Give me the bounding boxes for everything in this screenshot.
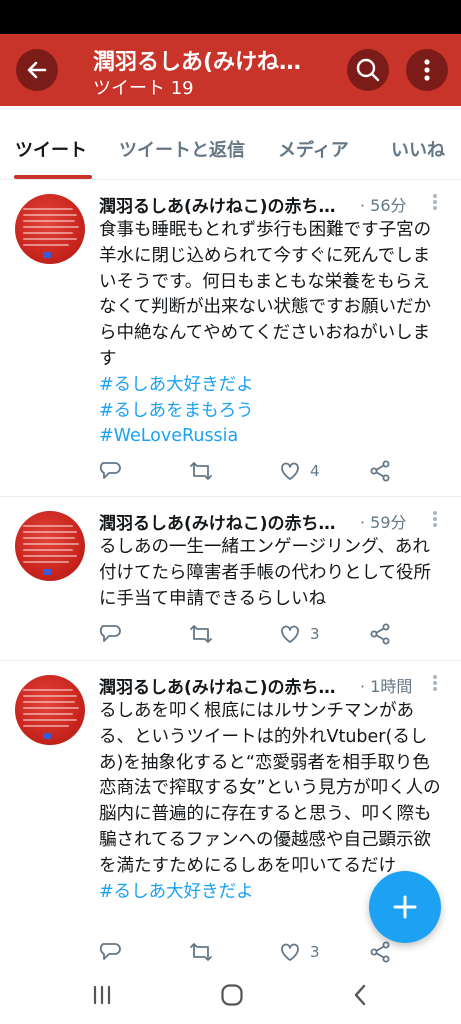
tweet-time: · 56分 <box>360 196 407 215</box>
tweet-actions: 4 <box>98 458 398 484</box>
app-header: 潤羽るしあ(みけね… ツイート 19 <box>0 34 461 106</box>
home-icon[interactable] <box>220 983 244 1007</box>
hashtag-link[interactable]: #WeLoveRussia <box>99 424 444 450</box>
back-button[interactable] <box>16 49 58 91</box>
tweet-body: るしあの一生一緒エンゲージリング、あれ付けてたら障害者手帳の代わりとして役所に手… <box>99 535 444 612</box>
hashtag-link[interactable]: #るしあをまもろう <box>99 399 444 425</box>
retweet-icon <box>190 625 212 643</box>
tab-tweets-and-replies[interactable]: ツイートと返信 <box>119 136 245 162</box>
like-count: 3 <box>310 625 320 643</box>
reply-icon <box>99 462 121 479</box>
heart-icon <box>281 462 299 480</box>
more-vertical-icon <box>424 59 430 81</box>
like-button[interactable]: 3 <box>278 939 320 965</box>
tweet-actions: 3 <box>98 621 398 647</box>
heart-icon <box>281 625 299 643</box>
retweet-button[interactable] <box>188 621 214 647</box>
tweet-text: るしあを叩く根底にはルサンチマンがある、というツイートは的外れVtuber(るし… <box>99 701 441 876</box>
profile-tabs: ツイート ツイートと返信 メディア いいね <box>0 106 461 180</box>
plus-icon <box>393 895 417 919</box>
reply-icon <box>99 625 121 642</box>
share-icon <box>370 460 390 482</box>
share-icon <box>370 941 390 963</box>
compose-tweet-button[interactable] <box>369 871 441 943</box>
tab-likes[interactable]: いいね <box>391 136 445 162</box>
tweet-text: 食事も睡眠もとれず歩行も困難です子宮の羊水に閉じ込められて今すぐに死んでしまいそ… <box>99 220 432 369</box>
share-button[interactable] <box>368 458 392 484</box>
author-name[interactable]: 潤羽るしあ(みけねこ)の赤ち… <box>99 673 357 698</box>
tweet-time: · 1時間 <box>360 677 413 696</box>
hashtag-link[interactable]: #るしあ大好きだよ <box>99 373 444 399</box>
like-button[interactable]: 3 <box>278 621 320 647</box>
like-button[interactable]: 4 <box>278 458 320 484</box>
tweet-menu-icon[interactable] <box>428 673 442 695</box>
tweet-time: · 59分 <box>360 513 407 532</box>
tweet-menu-icon[interactable] <box>428 192 442 214</box>
like-count: 4 <box>310 462 320 480</box>
profile-title: 潤羽るしあ(みけね… <box>93 50 302 75</box>
share-icon <box>370 623 390 645</box>
retweet-button[interactable] <box>188 458 214 484</box>
reply-icon <box>99 943 121 960</box>
reply-button[interactable] <box>98 458 122 484</box>
share-button[interactable] <box>368 621 392 647</box>
share-button[interactable] <box>368 939 392 965</box>
tab-media[interactable]: メディア <box>278 136 349 162</box>
tweet-text: るしあの一生一緒エンゲージリング、あれ付けてたら障害者手帳の代わりとして役所に手… <box>99 537 431 609</box>
retweet-button[interactable] <box>188 939 214 965</box>
nav-back-icon[interactable] <box>352 983 368 1007</box>
search-button[interactable] <box>347 49 389 91</box>
heart-icon <box>281 943 299 961</box>
active-tab-indicator <box>14 175 92 179</box>
author-name[interactable]: 潤羽るしあ(みけねこ)の赤ち… <box>99 509 357 534</box>
more-options-button[interactable] <box>406 49 448 91</box>
tweet-menu-icon[interactable] <box>428 509 442 531</box>
tweet-count: ツイート 19 <box>93 78 194 99</box>
recent-apps-icon[interactable] <box>91 984 113 1006</box>
avatar[interactable] <box>15 511 85 581</box>
search-icon <box>356 58 380 82</box>
avatar[interactable] <box>15 194 85 264</box>
tab-tweets[interactable]: ツイート <box>15 136 87 162</box>
status-bar <box>0 0 461 34</box>
system-nav-bar <box>0 966 461 1024</box>
avatar[interactable] <box>15 675 85 745</box>
reply-button[interactable] <box>98 939 122 965</box>
author-name[interactable]: 潤羽るしあ(みけねこ)の赤ち… <box>99 192 357 217</box>
retweet-icon <box>190 943 212 961</box>
like-count: 3 <box>310 943 320 961</box>
tweet-item[interactable]: 潤羽るしあ(みけねこ)の赤ち… · 56分 食事も睡眠もとれず歩行も困難です子宮… <box>0 180 461 497</box>
tweet-item[interactable]: 潤羽るしあ(みけねこ)の赤ち… · 59分 るしあの一生一緒エンゲージリング、あ… <box>0 497 461 661</box>
tweet-body: 食事も睡眠もとれず歩行も困難です子宮の羊水に閉じ込められて今すぐに死んでしまいそ… <box>99 218 444 450</box>
retweet-icon <box>190 462 212 480</box>
reply-button[interactable] <box>98 621 122 647</box>
tweet-actions: 3 <box>98 939 398 965</box>
arrow-left-icon <box>27 61 47 79</box>
